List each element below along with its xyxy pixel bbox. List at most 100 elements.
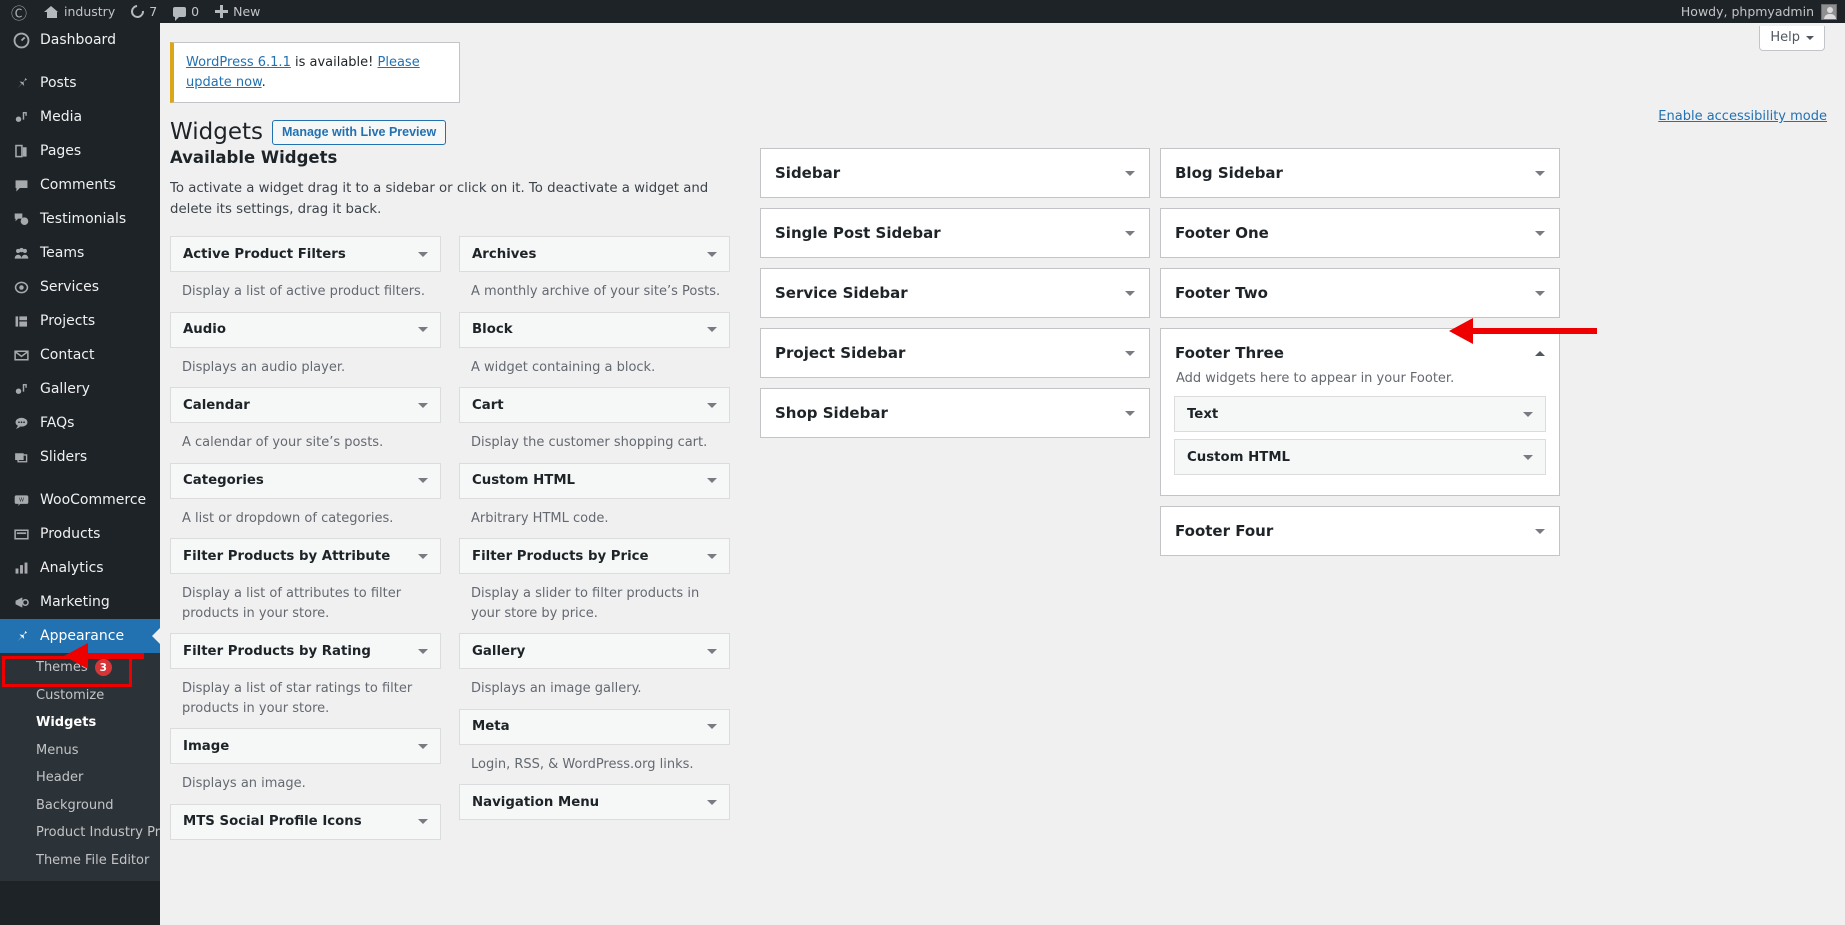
sidebar-panel-header[interactable]: Footer Two [1161, 269, 1559, 317]
wordpress-version-link[interactable]: WordPress 6.1.1 [186, 55, 291, 70]
chevron-down-icon[interactable] [418, 478, 428, 484]
sidebar-panel-header[interactable]: Footer Three [1161, 329, 1559, 377]
available-widget[interactable]: Filter Products by Rating [170, 633, 441, 670]
updates-menu[interactable]: 7 [123, 0, 165, 23]
sidebar-subitem-background[interactable]: Background [0, 792, 160, 820]
sidebar-subitem-menus[interactable]: Menus [0, 737, 160, 765]
my-account-menu[interactable]: Howdy, phpmyadmin [1673, 0, 1814, 23]
available-widget[interactable]: Image [170, 728, 441, 765]
available-widget[interactable]: Audio [170, 311, 441, 348]
sidebar-item-analytics[interactable]: Analytics [0, 551, 160, 585]
sidebar-item-marketing[interactable]: Marketing [0, 585, 160, 619]
chevron-down-icon[interactable] [418, 327, 428, 333]
wordpress-logo-icon[interactable]: Ⓒ [0, 0, 36, 23]
sidebar-panel-header[interactable]: Service Sidebar [761, 269, 1149, 317]
sidebar-item-label: Analytics [40, 560, 104, 576]
chevron-down-icon[interactable] [418, 402, 428, 408]
sidebar-item-dashboard[interactable]: Dashboard [0, 23, 160, 57]
sidebar-panel-header[interactable]: Project Sidebar [761, 329, 1149, 377]
assigned-widget[interactable]: Text [1174, 396, 1546, 432]
sidebar-panel-header[interactable]: Shop Sidebar [761, 389, 1149, 437]
chevron-down-icon[interactable] [1523, 454, 1533, 460]
sidebar-item-testimonials[interactable]: Testimonials [0, 202, 160, 236]
sidebar-item-products[interactable]: Products [0, 517, 160, 551]
chevron-down-icon[interactable] [418, 743, 428, 749]
avatar[interactable] [1821, 3, 1837, 20]
sidebar-item-media[interactable]: Media [0, 100, 160, 134]
available-widget[interactable]: Navigation Menu [459, 784, 730, 821]
chevron-down-icon[interactable] [1125, 230, 1135, 236]
available-widget[interactable]: MTS Social Profile Icons [170, 803, 441, 840]
chevron-down-icon[interactable] [1535, 528, 1545, 534]
enable-accessibility-mode-link[interactable]: Enable accessibility mode [1658, 109, 1827, 124]
sidebar-item-label: Dashboard [40, 32, 116, 48]
chevron-down-icon[interactable] [707, 799, 717, 805]
sidebar-item-sliders[interactable]: Sliders [0, 440, 160, 474]
chevron-down-icon[interactable] [418, 553, 428, 559]
available-widget[interactable]: Filter Products by Attribute [170, 538, 441, 575]
faq-icon [11, 415, 31, 432]
available-widget[interactable]: Archives [459, 236, 730, 273]
chevron-down-icon[interactable] [1125, 170, 1135, 176]
sidebar-item-projects[interactable]: Projects [0, 304, 160, 338]
available-widget[interactable]: Custom HTML [459, 462, 730, 499]
sidebar-item-teams[interactable]: Teams [0, 236, 160, 270]
sidebar-item-woocommerce[interactable]: W WooCommerce [0, 483, 160, 517]
sidebar-panel-header[interactable]: Footer Four [1161, 507, 1559, 555]
available-widget-description: A list or dropdown of categories. [182, 510, 394, 526]
chevron-down-icon[interactable] [707, 478, 717, 484]
available-widget-name: Archives [472, 246, 537, 262]
sidebar-panel-header[interactable]: Blog Sidebar [1161, 149, 1559, 197]
available-widget[interactable]: Calendar [170, 387, 441, 424]
chevron-down-icon[interactable] [707, 251, 717, 257]
chevron-down-icon[interactable] [1125, 350, 1135, 356]
chevron-down-icon[interactable] [1125, 410, 1135, 416]
chevron-up-icon[interactable] [1535, 350, 1545, 356]
chevron-down-icon[interactable] [707, 648, 717, 654]
available-widget[interactable]: Active Product Filters [170, 236, 441, 273]
sidebar-item-gallery[interactable]: Gallery [0, 372, 160, 406]
new-content-menu[interactable]: New [207, 0, 268, 23]
testimonials-icon [11, 211, 31, 228]
sidebar-item-faqs[interactable]: FAQs [0, 406, 160, 440]
site-name-menu[interactable]: industry [36, 0, 123, 23]
sidebar-item-appearance[interactable]: Appearance [0, 619, 160, 653]
chevron-down-icon[interactable] [707, 553, 717, 559]
chevron-down-icon[interactable] [418, 648, 428, 654]
chevron-down-icon[interactable] [418, 819, 428, 825]
sidebar-panel-header[interactable]: Single Post Sidebar [761, 209, 1149, 257]
chevron-down-icon[interactable] [707, 724, 717, 730]
sidebar-item-posts[interactable]: Posts [0, 66, 160, 100]
sidebar-subitem-product-industry-pro[interactable]: Product Industry Pro [0, 819, 160, 847]
sidebar-item-pages[interactable]: Pages [0, 134, 160, 168]
chevron-down-icon[interactable] [418, 251, 428, 257]
sidebar-item-contact[interactable]: Contact [0, 338, 160, 372]
chevron-down-icon[interactable] [707, 402, 717, 408]
assigned-widget[interactable]: Custom HTML [1174, 439, 1546, 475]
comments-menu[interactable]: 0 [165, 0, 207, 23]
sidebar-panel-header[interactable]: Footer One [1161, 209, 1559, 257]
available-widget[interactable]: Cart [459, 387, 730, 424]
manage-with-live-preview-button[interactable]: Manage with Live Preview [271, 120, 447, 146]
sidebar-item-comments[interactable]: Comments [0, 168, 160, 202]
chevron-down-icon[interactable] [1523, 411, 1533, 417]
available-widget[interactable]: Meta [459, 708, 730, 745]
chevron-down-icon[interactable] [1125, 290, 1135, 296]
sidebar-subitem-header[interactable]: Header [0, 764, 160, 792]
sidebar-panel-header[interactable]: Sidebar [761, 149, 1149, 197]
sidebar-subitem-themes[interactable]: Themes 3 [0, 654, 160, 682]
sidebar-item-services[interactable]: Services [0, 270, 160, 304]
available-widget-name: Cart [472, 397, 504, 413]
chevron-down-icon[interactable] [1535, 290, 1545, 296]
available-widget[interactable]: Categories [170, 462, 441, 499]
chevron-down-icon[interactable] [1535, 170, 1545, 176]
available-widget[interactable]: Block [459, 311, 730, 348]
sidebar-subitem-customize[interactable]: Customize [0, 682, 160, 710]
available-widget[interactable]: Filter Products by Price [459, 538, 730, 575]
sidebar-subitem-theme-file-editor[interactable]: Theme File Editor [0, 847, 160, 875]
chevron-down-icon[interactable] [707, 327, 717, 333]
help-button[interactable]: Help [1759, 26, 1825, 51]
chevron-down-icon[interactable] [1535, 230, 1545, 236]
sidebar-subitem-widgets[interactable]: Widgets [0, 709, 160, 737]
available-widget[interactable]: Gallery [459, 633, 730, 670]
